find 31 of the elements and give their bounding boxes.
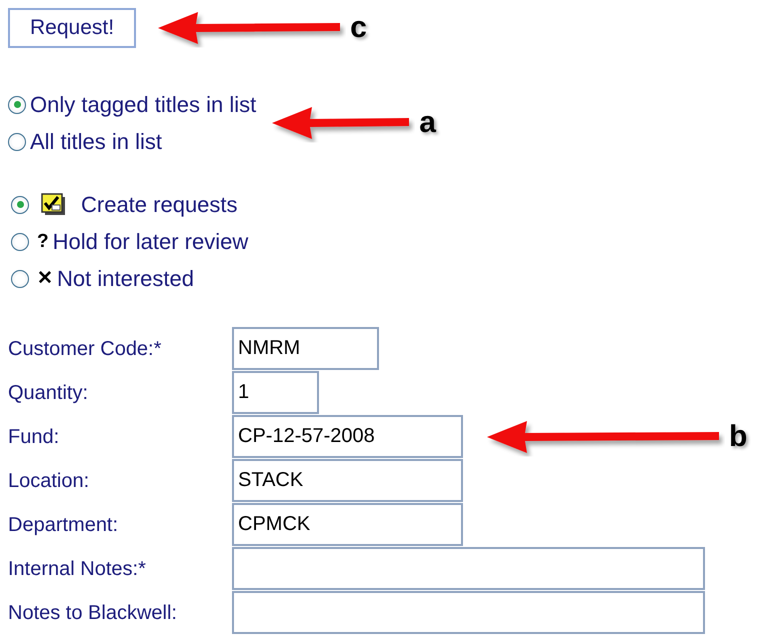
- field-label: Quantity:: [8, 381, 90, 406]
- text-field[interactable]: 1: [232, 371, 319, 414]
- option-label: Hold for later review: [52, 228, 248, 256]
- field-label: Fund:: [8, 425, 60, 450]
- text-field[interactable]: [232, 591, 705, 634]
- field-label: Department:: [8, 513, 120, 538]
- field-label: Notes to Blackwell:: [8, 601, 178, 626]
- text-field[interactable]: NMRM: [232, 327, 379, 370]
- text-field[interactable]: STACK: [232, 459, 463, 502]
- glyph-icon: ✕: [37, 260, 53, 297]
- field-label: Location:: [8, 469, 90, 494]
- callout-label: c: [350, 13, 367, 43]
- callout-label: a: [419, 108, 436, 138]
- field-label: Internal Notes:*: [8, 557, 147, 582]
- glyph-icon: ?: [37, 223, 49, 260]
- text-field[interactable]: CPMCK: [232, 503, 463, 546]
- option-label: Not interested: [57, 265, 194, 293]
- radio-button[interactable]: [8, 132, 26, 150]
- radio-button[interactable]: [11, 232, 29, 250]
- radio-button[interactable]: [8, 96, 26, 114]
- option-label: Create requests: [81, 191, 238, 219]
- radio-button[interactable]: [11, 196, 29, 214]
- option-label: Only tagged titles in list: [30, 91, 256, 119]
- request-button[interactable]: Request!: [8, 8, 136, 48]
- callout-label: b: [729, 422, 748, 452]
- radio-button[interactable]: [11, 270, 29, 288]
- text-field[interactable]: CP-12-57-2008: [232, 415, 463, 458]
- text-field[interactable]: [232, 547, 705, 590]
- tick-icon: [41, 192, 67, 216]
- field-label: Customer Code:*: [8, 337, 162, 362]
- option-label: All titles in list: [30, 128, 162, 156]
